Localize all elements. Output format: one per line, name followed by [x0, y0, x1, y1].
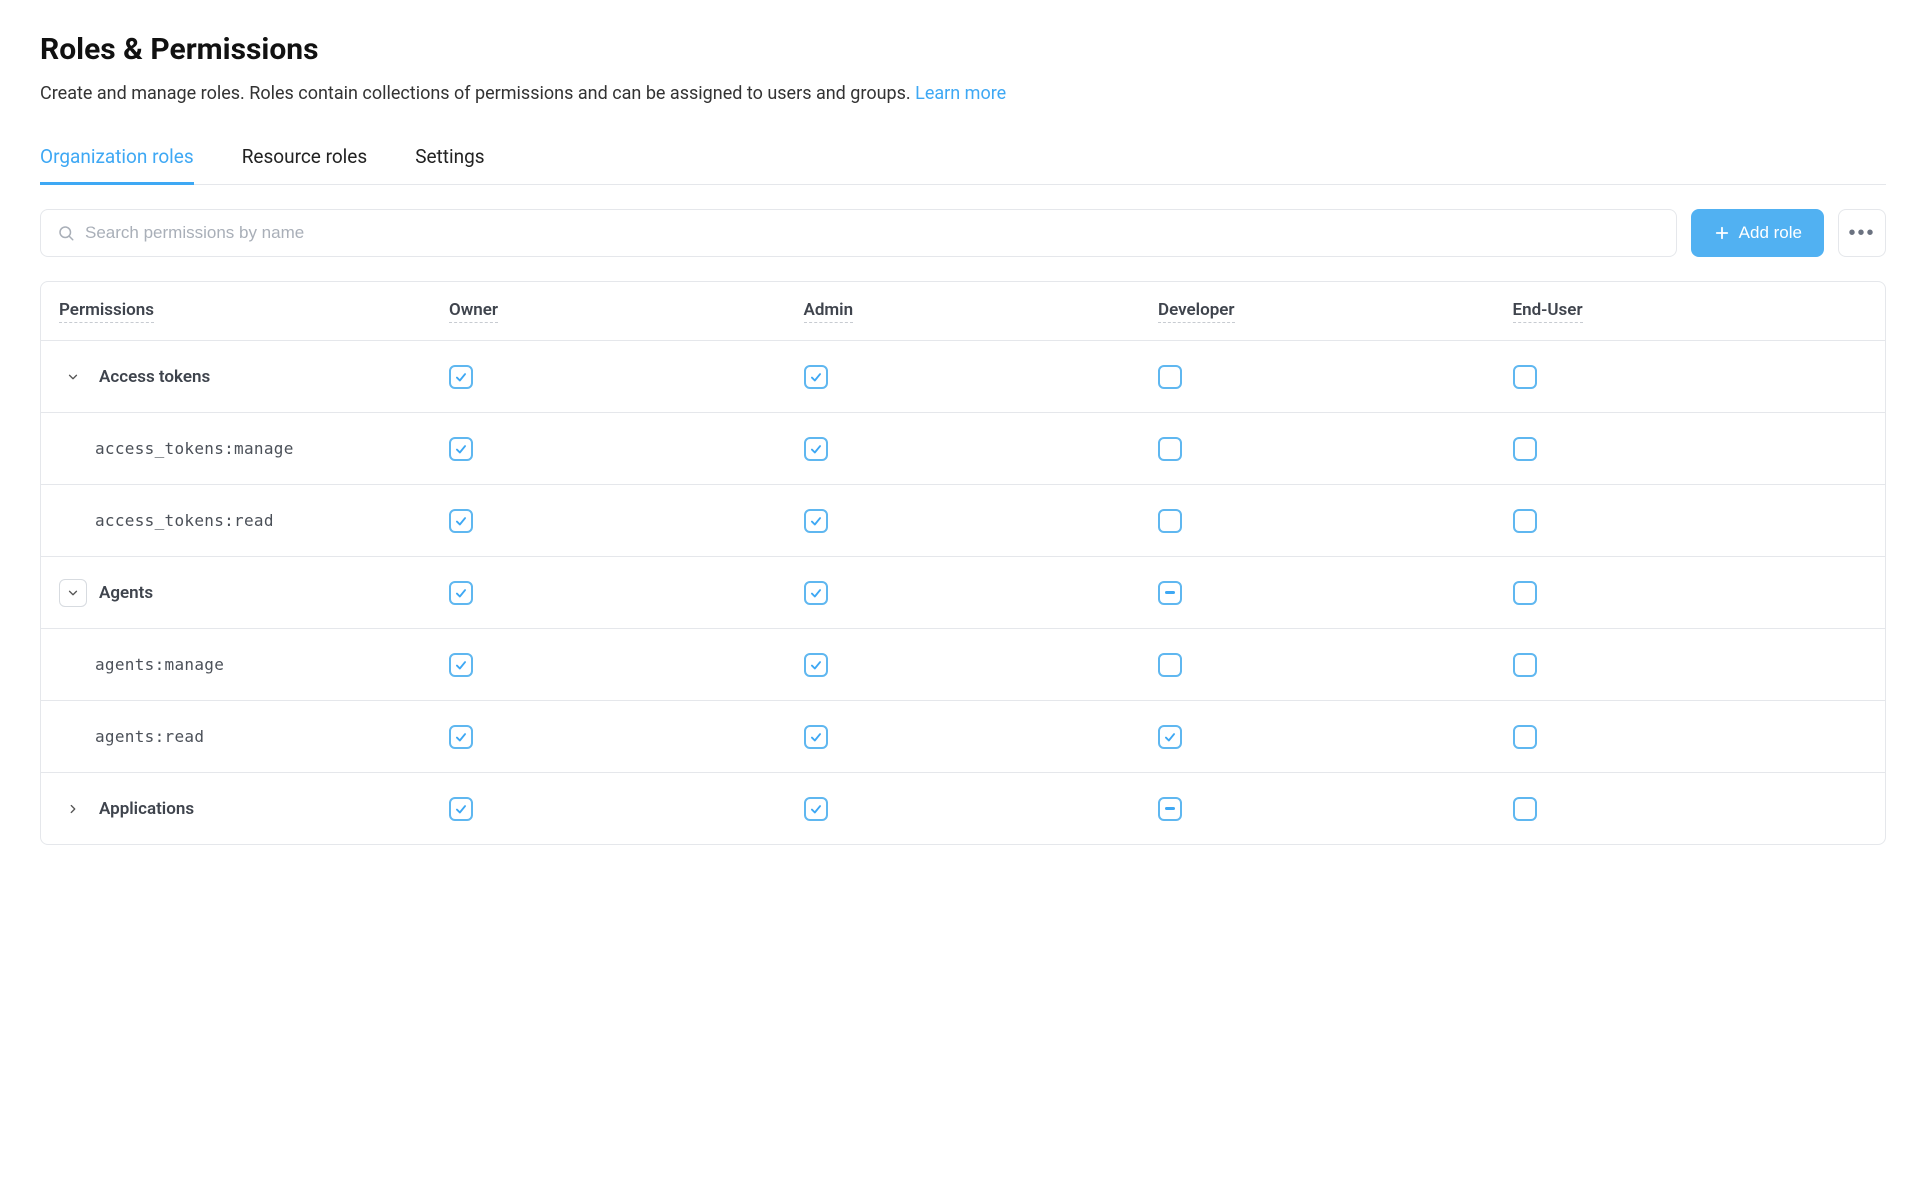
- checkbox[interactable]: [804, 509, 828, 533]
- permission-label: agents:manage: [95, 655, 224, 674]
- permission-item: access_tokens:manage: [59, 439, 449, 458]
- checkbox[interactable]: [1513, 437, 1537, 461]
- table-row: access_tokens:manage: [41, 412, 1885, 484]
- table-row: agents:read: [41, 700, 1885, 772]
- checkbox[interactable]: [1158, 365, 1182, 389]
- tab-settings[interactable]: Settings: [415, 137, 484, 185]
- ellipsis-icon: •••: [1848, 222, 1875, 245]
- checkbox[interactable]: [449, 797, 473, 821]
- checkbox[interactable]: [804, 581, 828, 605]
- tab-resource-roles[interactable]: Resource roles: [242, 137, 368, 185]
- permission-item: agents:manage: [59, 655, 449, 674]
- checkbox[interactable]: [1513, 653, 1537, 677]
- permission-item: access_tokens:read: [59, 511, 449, 530]
- subtitle-text: Create and manage roles. Roles contain c…: [40, 83, 915, 104]
- column-header-end-user[interactable]: End-User: [1513, 300, 1583, 323]
- checkbox[interactable]: [449, 725, 473, 749]
- checkbox[interactable]: [1158, 797, 1182, 821]
- permission-label: access_tokens:read: [95, 511, 274, 530]
- permission-label: Applications: [99, 799, 194, 819]
- table-row: Access tokens: [41, 340, 1885, 412]
- permission-label: Agents: [99, 583, 153, 603]
- checkbox[interactable]: [804, 437, 828, 461]
- search-wrap[interactable]: [40, 209, 1677, 257]
- add-role-label: Add role: [1739, 223, 1802, 243]
- chevron-right-icon[interactable]: [59, 795, 87, 823]
- checkbox[interactable]: [449, 581, 473, 605]
- permission-label: Access tokens: [99, 367, 210, 387]
- table-row: Agents: [41, 556, 1885, 628]
- permission-label: agents:read: [95, 727, 204, 746]
- checkbox[interactable]: [804, 725, 828, 749]
- page-title: Roles & Permissions: [40, 32, 1886, 67]
- tab-organization-roles[interactable]: Organization roles: [40, 137, 194, 185]
- permission-group: Access tokens: [59, 363, 449, 391]
- table-row: access_tokens:read: [41, 484, 1885, 556]
- checkbox[interactable]: [804, 797, 828, 821]
- chevron-down-icon[interactable]: [59, 579, 87, 607]
- checkbox[interactable]: [449, 509, 473, 533]
- permission-item: agents:read: [59, 727, 449, 746]
- checkbox[interactable]: [1158, 653, 1182, 677]
- column-header-developer[interactable]: Developer: [1158, 300, 1235, 323]
- more-button[interactable]: •••: [1838, 209, 1886, 257]
- table-row: Applications: [41, 772, 1885, 844]
- table-header-row: Permissions Owner Admin Developer End-User: [41, 282, 1885, 340]
- chevron-down-icon[interactable]: [59, 363, 87, 391]
- checkbox[interactable]: [1513, 365, 1537, 389]
- checkbox[interactable]: [1158, 509, 1182, 533]
- checkbox[interactable]: [1158, 437, 1182, 461]
- checkbox[interactable]: [804, 653, 828, 677]
- checkbox[interactable]: [1158, 725, 1182, 749]
- table-row: agents:manage: [41, 628, 1885, 700]
- page-subtitle: Create and manage roles. Roles contain c…: [40, 83, 1886, 104]
- add-role-button[interactable]: Add role: [1691, 209, 1824, 257]
- permission-label: access_tokens:manage: [95, 439, 294, 458]
- toolbar: Add role •••: [40, 209, 1886, 257]
- search-icon: [57, 224, 75, 242]
- permission-group: Agents: [59, 579, 449, 607]
- checkbox[interactable]: [1513, 797, 1537, 821]
- checkbox[interactable]: [1513, 581, 1537, 605]
- checkbox[interactable]: [804, 365, 828, 389]
- checkbox[interactable]: [449, 365, 473, 389]
- checkbox[interactable]: [1158, 581, 1182, 605]
- column-header-owner[interactable]: Owner: [449, 300, 498, 323]
- checkbox[interactable]: [449, 437, 473, 461]
- column-header-permissions: Permissions: [59, 300, 154, 323]
- checkbox[interactable]: [449, 653, 473, 677]
- tabs: Organization roles Resource roles Settings: [40, 136, 1886, 185]
- checkbox[interactable]: [1513, 725, 1537, 749]
- column-header-admin[interactable]: Admin: [804, 300, 854, 323]
- checkbox[interactable]: [1513, 509, 1537, 533]
- search-input[interactable]: [85, 223, 1660, 243]
- permissions-table: Permissions Owner Admin Developer End-User Ac…: [40, 281, 1886, 845]
- plus-icon: [1713, 224, 1731, 242]
- permission-group: Applications: [59, 795, 449, 823]
- learn-more-link[interactable]: Learn more: [915, 83, 1006, 104]
